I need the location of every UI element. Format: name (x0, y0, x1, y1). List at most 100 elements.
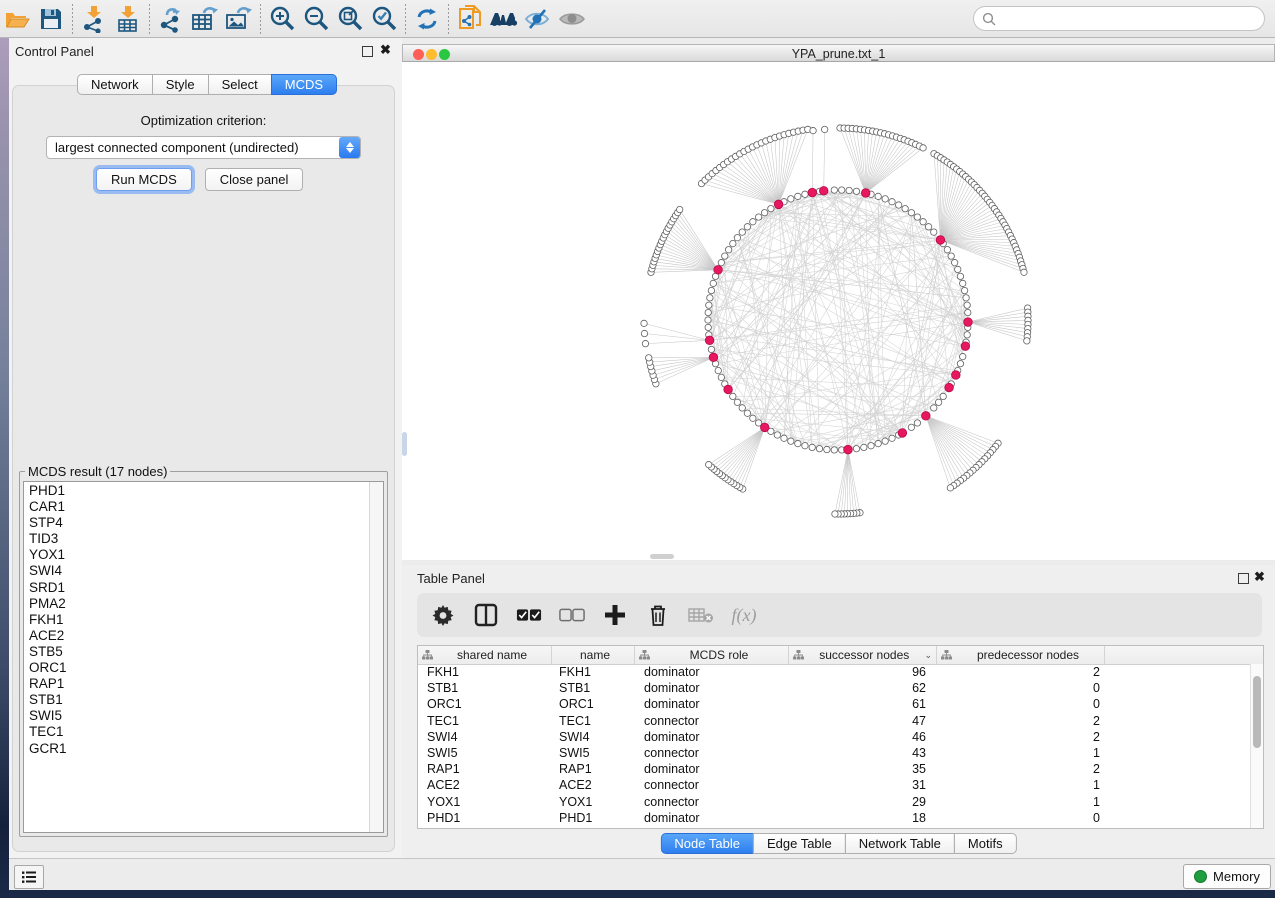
mcds-result-item[interactable]: ACE2 (24, 628, 370, 644)
cell: SWI5 (418, 745, 552, 761)
float-panel-icon[interactable] (1238, 573, 1249, 584)
mcds-result-item[interactable]: YOX1 (24, 547, 370, 563)
mcds-result-item[interactable]: CAR1 (24, 499, 370, 515)
mcds-result-item[interactable]: SWI4 (24, 563, 370, 579)
zoom-in-icon[interactable] (265, 3, 299, 35)
add-column-icon[interactable] (602, 602, 628, 628)
mcds-result-item[interactable]: STB1 (24, 692, 370, 708)
table-row[interactable]: SWI4SWI4dominator462 (418, 729, 1251, 745)
mcds-result-item[interactable]: PMA2 (24, 596, 370, 612)
function-builder-icon[interactable]: f(x) (731, 602, 757, 628)
mcds-result-item[interactable]: TID3 (24, 531, 370, 547)
desktop: Control Panel ✖ NetworkStyleSelectMCDS O… (0, 0, 1275, 898)
column-header-successor-nodes[interactable]: successor nodes⌄ (789, 646, 937, 664)
save-session-icon[interactable] (34, 3, 68, 35)
import-network-icon[interactable] (77, 3, 111, 35)
cell: RAP1 (552, 761, 635, 777)
mcds-result-item[interactable]: FKH1 (24, 612, 370, 628)
table-row[interactable]: TEC1TEC1connector472 (418, 713, 1251, 729)
scrollbar-thumb[interactable] (1253, 676, 1261, 748)
network-view-panel: YPA_prune.txt_1 (402, 44, 1275, 560)
float-panel-icon[interactable] (362, 46, 373, 57)
select-all-columns-icon[interactable] (516, 602, 542, 628)
cell: 29 (789, 794, 937, 810)
settings-gear-icon[interactable] (430, 602, 456, 628)
mcds-result-item[interactable]: STP4 (24, 515, 370, 531)
search-box[interactable] (973, 6, 1265, 31)
select-stepper-icon (339, 137, 360, 158)
mcds-result-item[interactable]: GCR1 (24, 741, 370, 757)
table-row[interactable]: RAP1RAP1dominator352 (418, 761, 1251, 777)
show-all-eye-icon[interactable] (555, 3, 589, 35)
delete-table-icon[interactable] (688, 602, 714, 628)
copy-style-icon[interactable] (453, 3, 487, 35)
close-panel-icon[interactable]: ✖ (1254, 569, 1265, 585)
mcds-result-item[interactable]: STB5 (24, 644, 370, 660)
search-input[interactable] (1001, 11, 1264, 27)
tab-style[interactable]: Style (152, 74, 209, 95)
optimization-criterion-select[interactable]: largest connected component (undirected) (46, 136, 361, 159)
mcds-result-item[interactable]: TEC1 (24, 724, 370, 740)
cell: TEC1 (418, 713, 552, 729)
memory-button[interactable]: Memory (1183, 864, 1271, 889)
open-file-icon[interactable] (0, 3, 34, 35)
hide-selected-eye-icon[interactable] (521, 3, 555, 35)
tab-network-table[interactable]: Network Table (845, 833, 955, 854)
table-row[interactable]: ACE2ACE2connector311 (418, 777, 1251, 793)
mcds-result-item[interactable]: ORC1 (24, 660, 370, 676)
vertical-scrollbar[interactable] (402, 432, 407, 456)
mcds-result-item[interactable]: RAP1 (24, 676, 370, 692)
mcds-result-scrollbar[interactable] (369, 482, 383, 832)
network-graph (402, 62, 1275, 560)
close-panel-icon[interactable]: ✖ (380, 42, 391, 58)
tab-select[interactable]: Select (208, 74, 272, 95)
tab-edge-table[interactable]: Edge Table (753, 833, 846, 854)
tab-network[interactable]: Network (77, 74, 153, 95)
zoom-out-icon[interactable] (299, 3, 333, 35)
table-row[interactable]: PHD1PHD1dominator180 (418, 810, 1251, 826)
tab-node-table[interactable]: Node Table (660, 833, 754, 854)
table-scrollbar[interactable] (1250, 664, 1263, 828)
table-toolbar: f(x) (417, 593, 1262, 637)
mcds-result-item[interactable]: SRD1 (24, 580, 370, 596)
cell: YOX1 (552, 794, 635, 810)
cell: 2 (937, 729, 1105, 745)
delete-column-icon[interactable] (645, 602, 671, 628)
column-header-predecessor-nodes[interactable]: predecessor nodes (937, 646, 1105, 664)
export-image-icon[interactable] (222, 3, 256, 35)
close-panel-button[interactable]: Close panel (205, 168, 304, 191)
mcds-result-item[interactable]: PHD1 (24, 483, 370, 499)
cell: 47 (789, 713, 937, 729)
tab-mcds[interactable]: MCDS (271, 74, 337, 95)
import-table-icon[interactable] (111, 3, 145, 35)
table-row[interactable]: STB1STB1dominator620 (418, 680, 1251, 696)
table-row[interactable]: YOX1YOX1connector291 (418, 794, 1251, 810)
run-mcds-button[interactable]: Run MCDS (96, 168, 192, 191)
column-header-shared-name[interactable]: shared name (418, 646, 552, 664)
toggle-panes-icon[interactable] (473, 602, 499, 628)
column-header-MCDS-role[interactable]: MCDS role (635, 646, 789, 664)
zoom-fit-icon[interactable] (333, 3, 367, 35)
column-header-name[interactable]: name (552, 646, 635, 664)
find-network-icon[interactable] (487, 3, 521, 35)
cell: connector (635, 794, 789, 810)
export-table-icon[interactable] (188, 3, 222, 35)
table-row[interactable]: ORC1ORC1dominator610 (418, 696, 1251, 712)
search-icon (982, 12, 996, 26)
horizontal-scrollbar[interactable] (650, 554, 674, 559)
attribute-type-icon (639, 650, 650, 660)
mcds-result-item[interactable]: SWI5 (24, 708, 370, 724)
zoom-selected-icon[interactable] (367, 3, 401, 35)
table-row[interactable]: SWI5SWI5connector431 (418, 745, 1251, 761)
export-network-icon[interactable] (154, 3, 188, 35)
network-view-titlebar: YPA_prune.txt_1 (402, 44, 1275, 62)
refresh-view-icon[interactable] (410, 3, 444, 35)
task-history-button[interactable] (14, 865, 44, 889)
tab-motifs[interactable]: Motifs (954, 833, 1017, 854)
deselect-all-columns-icon[interactable] (559, 602, 585, 628)
network-canvas[interactable] (402, 62, 1275, 560)
table-row[interactable]: FKH1FKH1dominator962 (418, 664, 1251, 680)
selected-criterion: largest connected component (undirected) (47, 140, 339, 155)
cell: 96 (789, 664, 937, 680)
sort-arrow-icon[interactable]: ⌄ (924, 650, 932, 661)
